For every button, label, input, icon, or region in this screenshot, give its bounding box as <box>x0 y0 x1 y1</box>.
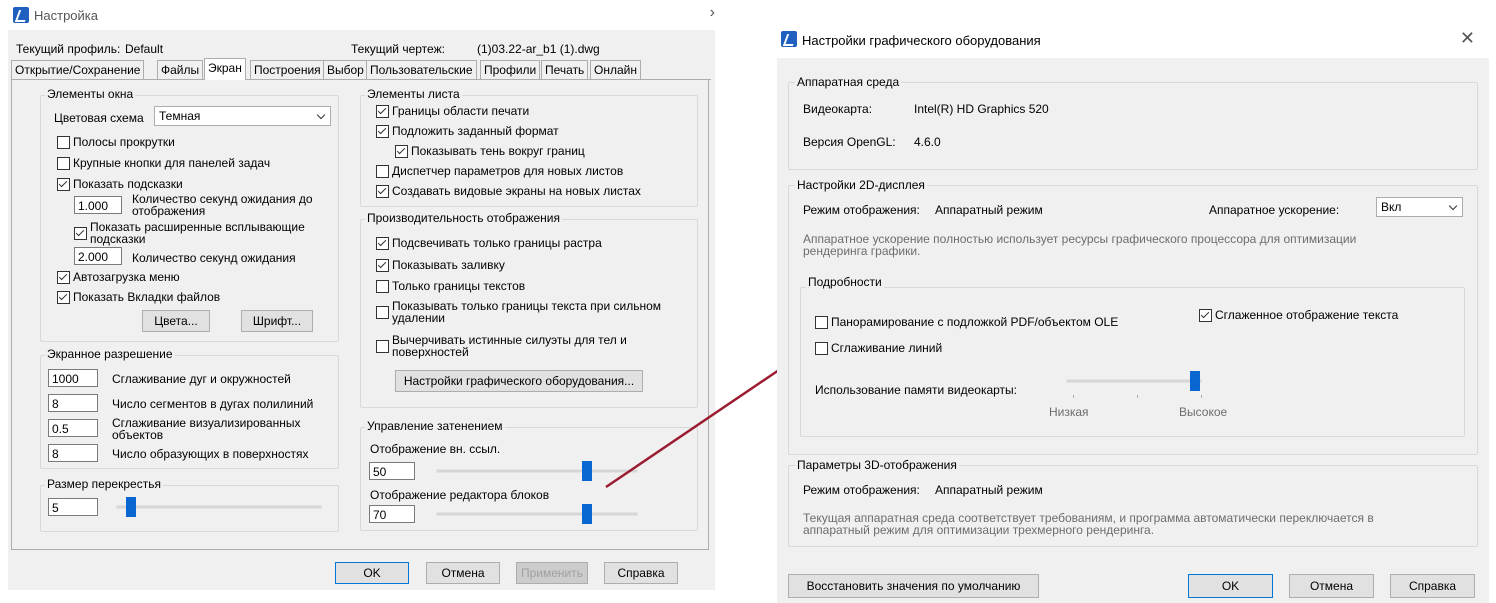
app-icon <box>781 31 797 47</box>
pdf-pan-label: Панорамирование с подложкой PDF/объектом… <box>831 315 1119 329</box>
line-smoothing-checkbox[interactable]: Сглаживание линий <box>815 341 942 355</box>
checkbox-box[interactable] <box>1199 309 1212 322</box>
display3d-mode-label: Режим отображения: <box>803 483 920 497</box>
graphics-help-button[interactable]: Справка <box>1390 574 1475 598</box>
checkbox-box[interactable] <box>815 316 828 329</box>
tick-mark <box>1201 395 1202 398</box>
display2d-mode-label: Режим отображения: <box>803 203 920 217</box>
pdf-pan-checkbox[interactable]: Панорамирование с подложкой PDF/объектом… <box>815 315 1118 329</box>
graphics-cancel-button[interactable]: Отмена <box>1289 574 1374 598</box>
checkbox-box[interactable] <box>815 342 828 355</box>
video-memory-slider-thumb[interactable] <box>1190 371 1200 391</box>
display2d-mode-value: Аппаратный режим <box>935 203 1043 217</box>
display3d-mode-value: Аппаратный режим <box>935 483 1043 497</box>
graphics-ok-button[interactable]: OK <box>1188 574 1273 598</box>
details-title: Подробности <box>806 275 884 289</box>
hw-env-group <box>788 82 1478 170</box>
video-card-label: Видеокарта: <box>803 102 873 116</box>
memory-low-label: Низкая <box>1049 405 1089 419</box>
graphics-settings-dialog: Настройки графического оборудования ✕ Ап… <box>777 22 1489 603</box>
hw-accel-label: Аппаратное ускорение: <box>1209 203 1340 217</box>
graphics-dialog-title: Настройки графического оборудования <box>802 33 1041 48</box>
chevron-down-icon <box>1448 201 1458 211</box>
tick-mark <box>1073 395 1074 398</box>
line-smoothing-label: Сглаживание линий <box>831 341 943 355</box>
hw-accel-select[interactable]: Вкл <box>1376 197 1463 217</box>
opengl-label: Версия OpenGL: <box>803 135 896 149</box>
hw-env-title: Аппаратная среда <box>795 75 902 89</box>
opengl-value: 4.6.0 <box>914 135 941 149</box>
video-memory-slider-track[interactable] <box>1066 379 1202 383</box>
display2d-title: Настройки 2D-дисплея <box>795 178 927 192</box>
tick-mark <box>1137 395 1138 398</box>
display3d-title: Параметры 3D-отображения <box>795 458 959 472</box>
display3d-note: Текущая аппаратная среда соответствует т… <box>803 511 1374 537</box>
memory-high-label: Высокое <box>1179 405 1228 419</box>
hw-accel-value: Вкл <box>1381 200 1402 214</box>
smooth-text-checkbox[interactable]: Сглаженное отображение текста <box>1199 308 1398 322</box>
smooth-text-label: Сглаженное отображение текста <box>1215 308 1399 322</box>
restore-defaults-button[interactable]: Восстановить значения по умолчанию <box>788 574 1039 598</box>
video-memory-label: Использование памяти видеокарты: <box>815 383 1018 397</box>
graphics-titlebar: Настройки графического оборудования ✕ <box>777 22 1489 58</box>
close-icon[interactable]: ✕ <box>1460 28 1475 49</box>
video-card-value: Intel(R) HD Graphics 520 <box>914 102 1049 116</box>
hw-accel-note: Аппаратное ускорение полностью используе… <box>803 232 1357 258</box>
